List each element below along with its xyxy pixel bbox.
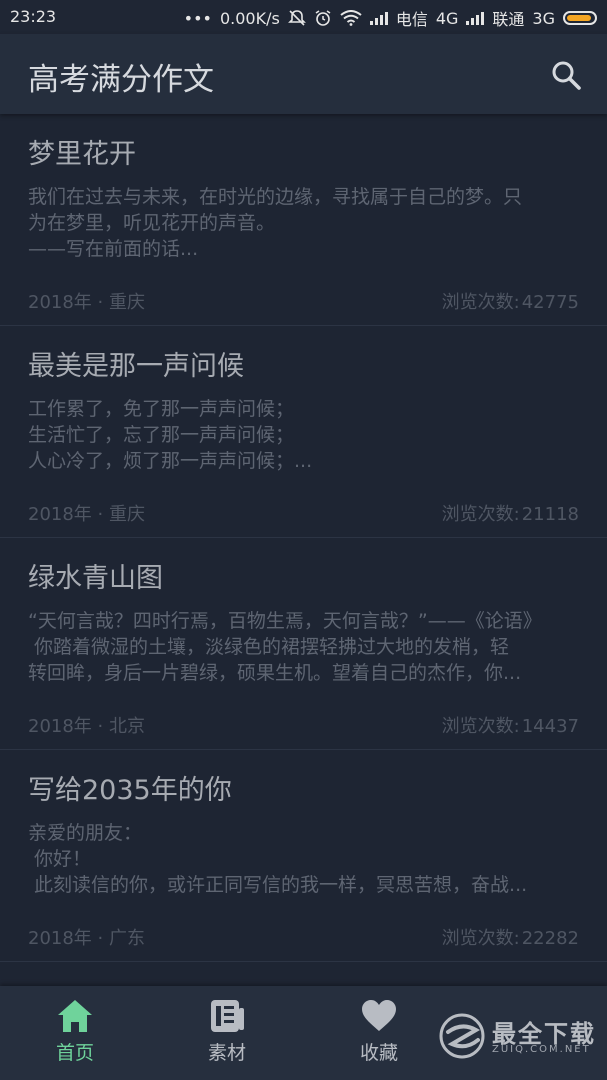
views-count: 14437	[521, 716, 579, 737]
page-title: 高考满分作文	[28, 62, 214, 98]
tab-favorites[interactable]: 收藏	[304, 986, 454, 1080]
status-time: 23:23	[10, 7, 57, 26]
watermark-logo: 最全下载 ZUIQ.COM.NET	[438, 1012, 598, 1062]
tab-material[interactable]: 素材	[152, 986, 302, 1080]
status-dots: •••	[183, 8, 212, 28]
views-label: 浏览次数:	[441, 928, 520, 949]
search-icon[interactable]	[549, 58, 583, 92]
essay-item[interactable]: 最美是那一声问候 工作累了，免了那一声声问候； 生活忙了，忘了那一声声问候； 人…	[0, 326, 607, 538]
home-icon	[58, 1000, 92, 1032]
battery-icon	[563, 11, 597, 25]
essay-excerpt: “天何言哉？四时行焉，百物生焉，天何言哉？”——《论语》 你踏着微湿的土壤，淡绿…	[28, 610, 542, 684]
essay-item[interactable]: 写给2035年的你 亲爱的朋友： 你好！ 此刻读信的你，或许正同写信的我一样，冥…	[0, 750, 607, 962]
watermark-icon	[439, 1013, 485, 1059]
status-right: ••• 0.00K/s 电信 4G 联通 3G	[184, 6, 597, 30]
carrier-2: 联通	[492, 10, 525, 29]
tab-label: 首页	[55, 1042, 94, 1064]
essay-title: 最美是那一声问候	[28, 351, 244, 382]
mute-icon	[287, 10, 306, 26]
essay-views: 浏览次数: 22282	[442, 924, 579, 950]
network-type-1: 4G	[435, 8, 459, 28]
essay-views: 浏览次数: 42775	[442, 288, 579, 314]
wifi-icon	[340, 10, 362, 26]
essay-views: 浏览次数: 21118	[442, 500, 579, 526]
essay-list: 梦里花开 我们在过去与未来，在时光的边缘，寻找属于自己的梦。只 为在梦里，听见花…	[0, 114, 607, 962]
essay-views: 浏览次数: 14437	[442, 712, 579, 738]
network-speed: 0.00K/s	[219, 8, 280, 28]
heart-icon	[362, 1000, 396, 1031]
essay-item[interactable]: 绿水青山图 “天何言哉？四时行焉，百物生焉，天何言哉？”——《论语》 你踏着微湿…	[0, 538, 607, 750]
views-label: 浏览次数:	[441, 716, 520, 737]
app-bar: 高考满分作文	[0, 34, 607, 114]
views-count: 42775	[521, 292, 579, 313]
views-label: 浏览次数:	[441, 292, 520, 313]
essay-excerpt: 工作累了，免了那一声声问候； 生活忙了，忘了那一声声问候； 人心冷了，烦了那一声…	[28, 398, 313, 472]
signal-icon-2	[466, 11, 485, 25]
news-icon	[211, 1000, 244, 1032]
signal-icon	[369, 11, 388, 25]
carrier-1: 电信	[395, 10, 428, 29]
essay-title: 写给2035年的你	[28, 775, 232, 806]
essay-title: 绿水青山图	[28, 563, 163, 594]
essay-excerpt: 我们在过去与未来，在时光的边缘，寻找属于自己的梦。只 为在梦里，听见花开的声音。…	[28, 186, 523, 260]
essay-excerpt: 亲爱的朋友： 你好！ 此刻读信的你，或许正同写信的我一样，冥思苦想，奋战...	[28, 822, 528, 896]
essay-title: 梦里花开	[28, 139, 136, 170]
tab-label: 收藏	[359, 1042, 398, 1064]
network-type-2: 3G	[532, 8, 555, 28]
views-count: 21118	[521, 504, 579, 525]
app-screen: 23:23 ••• 0.00K/s 电信 4G 联通 3G 高考满分作文 梦里花…	[0, 0, 607, 1080]
essay-meta: 2018年 · 重庆	[28, 504, 145, 525]
watermark-url: ZUIQ.COM.NET	[492, 1044, 591, 1055]
views-count: 22282	[521, 928, 579, 949]
essay-meta: 2018年 · 广东	[28, 928, 145, 949]
tab-home[interactable]: 首页	[0, 986, 150, 1080]
essay-meta: 2018年 · 重庆	[28, 292, 145, 313]
tab-label: 素材	[207, 1042, 246, 1064]
battery-fill	[567, 15, 591, 21]
essay-meta: 2018年 · 北京	[28, 716, 145, 737]
alarm-icon	[315, 10, 331, 26]
status-bar: 23:23 ••• 0.00K/s 电信 4G 联通 3G	[0, 0, 607, 34]
views-label: 浏览次数:	[441, 504, 520, 525]
essay-item[interactable]: 梦里花开 我们在过去与未来，在时光的边缘，寻找属于自己的梦。只 为在梦里，听见花…	[0, 114, 607, 326]
